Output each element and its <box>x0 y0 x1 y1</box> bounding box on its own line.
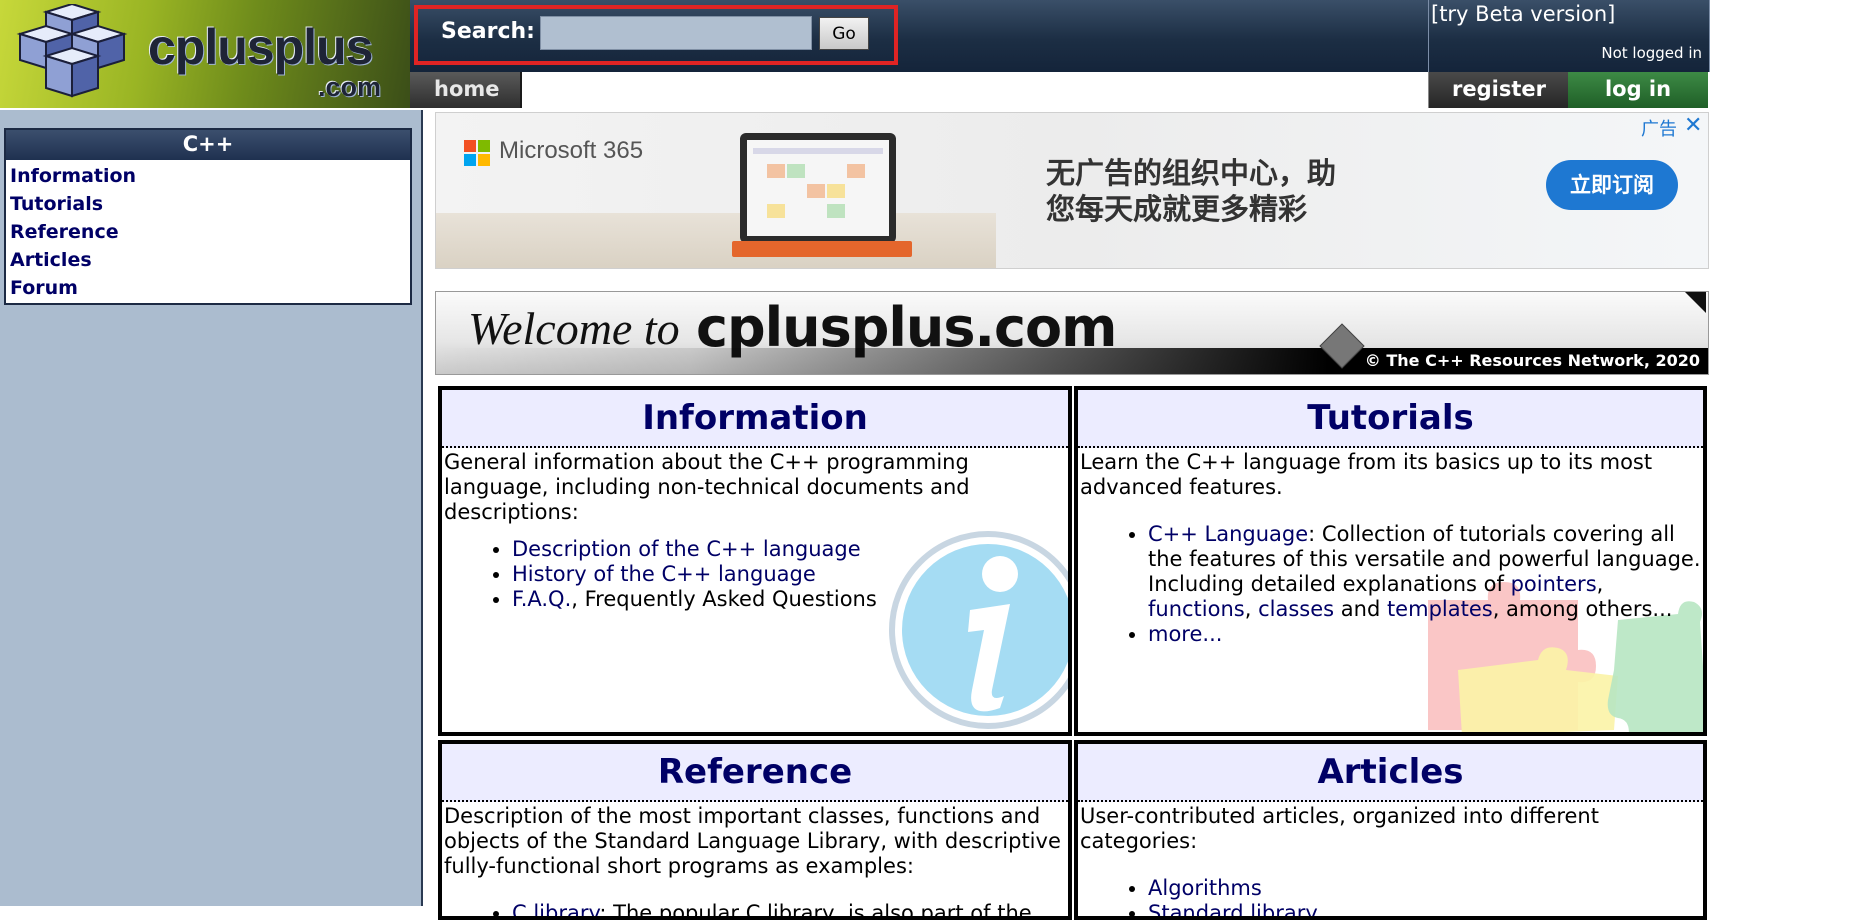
list-item: Description of the C++ language <box>512 537 1066 562</box>
link-standard-library[interactable]: Standard library <box>1148 901 1318 916</box>
sidebar: C++ Information Tutorials Reference Arti… <box>0 110 423 906</box>
link-list: Algorithms Standard library <box>1080 876 1701 916</box>
advertisement-banner[interactable]: Microsoft 365 无广告的组织中心，助 您每天成就更多精彩 立即订阅 … <box>435 112 1709 269</box>
section-header: Articles <box>1078 744 1703 802</box>
faq-suffix: , Frequently Asked Questions <box>571 587 877 611</box>
list-item: F.A.Q., Frequently Asked Questions <box>512 587 1066 612</box>
link-description[interactable]: Description of the C++ language <box>512 537 861 561</box>
link-cpp-language[interactable]: C++ Language <box>1148 522 1308 546</box>
section-intro: General information about the C++ progra… <box>444 450 970 524</box>
section-header: Reference <box>442 744 1068 802</box>
ad-laptop-stand <box>732 241 912 257</box>
site-logo[interactable]: cplusplus .com <box>0 0 410 108</box>
link-list: C library: The popular C library, is als… <box>444 901 1066 920</box>
ad-headline-line2: 您每天成就更多精彩 <box>1046 192 1308 226</box>
section-title-tutorials[interactable]: Tutorials <box>1307 398 1474 438</box>
try-beta-link[interactable]: [try Beta version] <box>1431 2 1615 26</box>
sidebar-item-information[interactable]: Information <box>10 162 410 190</box>
cubes-logo-icon <box>16 4 128 98</box>
site-header: cplusplus .com Search: Go [try Beta vers… <box>0 0 1852 110</box>
home-tab[interactable]: home <box>434 77 500 101</box>
section-title-reference[interactable]: Reference <box>658 752 852 792</box>
sidebar-title: C++ <box>6 130 410 160</box>
link-functions[interactable]: functions <box>1148 597 1245 621</box>
logo-dotcom: .com <box>318 72 382 102</box>
link-history[interactable]: History of the C++ language <box>512 562 816 586</box>
login-status: Not logged in <box>1601 44 1702 62</box>
section-header: Tutorials <box>1078 390 1703 448</box>
ad-headline-line1: 无广告的组织中心，助 <box>1046 156 1337 190</box>
sidebar-item-reference[interactable]: Reference <box>10 218 410 246</box>
list-item: Algorithms <box>1148 876 1701 901</box>
section-title-information[interactable]: Information <box>642 398 868 438</box>
login-button[interactable]: log in <box>1568 72 1708 108</box>
search-go-button[interactable]: Go <box>819 17 869 50</box>
link-pointers[interactable]: pointers <box>1511 572 1597 596</box>
link-c-library[interactable]: C library <box>512 901 599 916</box>
link-more-tutorials[interactable]: more... <box>1148 622 1222 646</box>
separator-text: , <box>1596 572 1604 596</box>
ad-laptop-screen <box>747 140 889 236</box>
sidebar-item-tutorials[interactable]: Tutorials <box>10 190 410 218</box>
sidebar-item-articles[interactable]: Articles <box>10 246 410 274</box>
ad-label[interactable]: 广告 <box>1641 115 1677 141</box>
section-articles: Articles User-contributed articles, orga… <box>1074 740 1707 920</box>
section-title-articles[interactable]: Articles <box>1317 752 1463 792</box>
search-input[interactable] <box>540 16 812 50</box>
list-item: more... <box>1148 622 1701 647</box>
link-classes[interactable]: classes <box>1258 597 1334 621</box>
sidebar-menu: C++ Information Tutorials Reference Arti… <box>4 128 412 305</box>
search-label: Search: <box>441 19 535 44</box>
section-body: Learn the C++ language from its basics u… <box>1078 448 1703 649</box>
c-library-description: : The popular C library, is also part of… <box>599 901 1032 920</box>
welcome-banner: Welcome to cplusplus.com © The C++ Resou… <box>435 291 1709 375</box>
logo-wordmark: cplusplus <box>148 19 373 75</box>
link-algorithms[interactable]: Algorithms <box>1148 876 1262 900</box>
list-item: History of the C++ language <box>512 562 1066 587</box>
ad-brand: Microsoft 365 <box>499 137 644 164</box>
link-faq[interactable]: F.A.Q. <box>512 587 571 611</box>
section-header: Information <box>442 390 1068 448</box>
separator-text: , <box>1244 597 1259 621</box>
section-body: Description of the most important classe… <box>442 802 1068 920</box>
tutorial-description-end: , among others... <box>1492 597 1673 621</box>
section-body: General information about the C++ progra… <box>442 448 1068 614</box>
section-intro: Learn the C++ language from its basics u… <box>1080 450 1653 499</box>
register-button[interactable]: register <box>1428 72 1569 108</box>
separator-text: and <box>1334 597 1387 621</box>
section-body: User-contributed articles, organized int… <box>1078 802 1703 916</box>
link-templates[interactable]: templates <box>1387 597 1493 621</box>
ad-desk-image <box>436 213 996 268</box>
section-intro: User-contributed articles, organized int… <box>1080 804 1599 853</box>
section-intro: Description of the most important classe… <box>444 804 1061 878</box>
ad-close-icon[interactable]: ✕ <box>1684 113 1702 138</box>
section-information: Information General information about th… <box>438 386 1072 736</box>
ad-subscribe-button[interactable]: 立即订阅 <box>1546 160 1678 210</box>
link-list: C++ Language: Collection of tutorials co… <box>1080 522 1701 647</box>
sidebar-item-forum[interactable]: Forum <box>10 274 410 302</box>
ad-screen-grid-icon <box>753 148 883 218</box>
welcome-copyright: © The C++ Resources Network, 2020 <box>1364 351 1700 370</box>
section-reference: Reference Description of the most import… <box>438 740 1072 920</box>
microsoft-logo-icon <box>464 140 490 166</box>
list-item: C library: The popular C library, is als… <box>512 901 1066 920</box>
link-list: Description of the C++ language History … <box>444 537 1066 612</box>
section-tutorials: Tutorials Learn the C++ language from it… <box>1074 386 1707 736</box>
list-item: Standard library <box>1148 901 1701 916</box>
ad-headline: 无广告的组织中心，助 您每天成就更多精彩 <box>1046 155 1336 227</box>
welcome-corner-icon <box>1684 292 1706 313</box>
list-item: C++ Language: Collection of tutorials co… <box>1148 522 1701 622</box>
